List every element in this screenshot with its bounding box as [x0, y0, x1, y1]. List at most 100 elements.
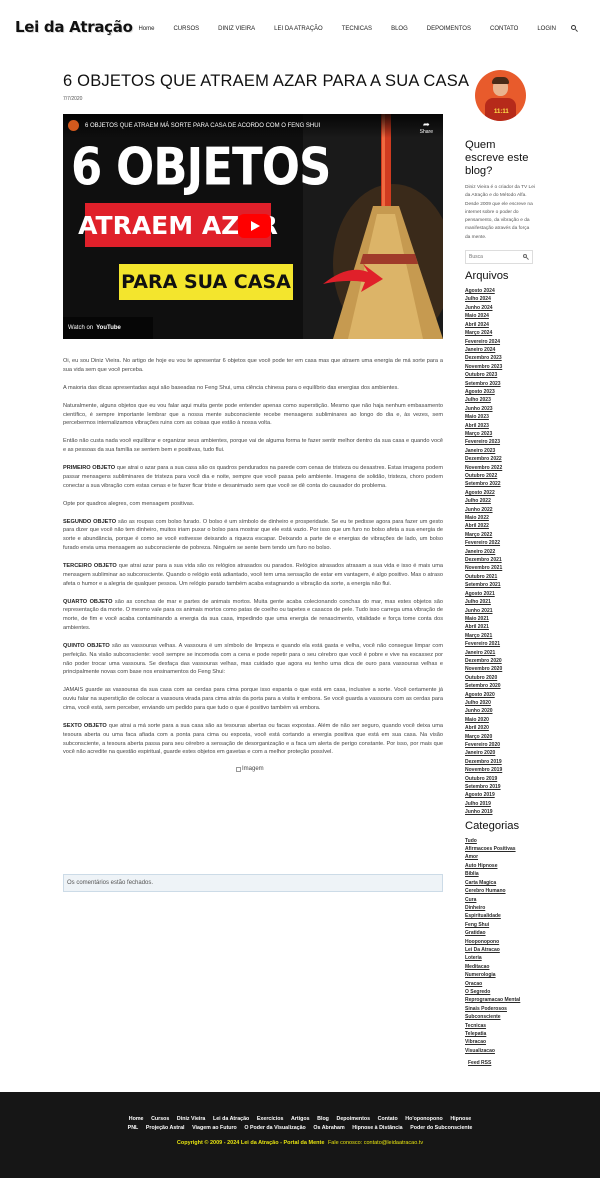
category-link[interactable]: Lei Da Atracao [465, 946, 535, 954]
archive-link[interactable]: Julho 2022 [465, 497, 535, 505]
nav-contato[interactable]: Contato [490, 26, 518, 32]
nav-tecnicas[interactable]: Tecnicas [342, 26, 372, 32]
archive-link[interactable]: Julho 2024 [465, 295, 535, 303]
nav-login[interactable]: Login [537, 26, 556, 32]
category-link[interactable]: Vibracao [465, 1038, 535, 1046]
archive-link[interactable]: Abril 2021 [465, 623, 535, 631]
archive-link[interactable]: Julho 2019 [465, 800, 535, 808]
category-link[interactable]: Oracao [465, 980, 535, 988]
category-link[interactable]: Tecnicas [465, 1022, 535, 1030]
archive-link[interactable]: Fevereiro 2020 [465, 741, 535, 749]
archive-link[interactable]: Agosto 2019 [465, 791, 535, 799]
video-title[interactable]: 6 OBJETOS QUE ATRAEM MÁ SORTE PARA CASA … [85, 123, 320, 129]
footer-link[interactable]: Ho'oponopono [405, 1116, 442, 1122]
channel-avatar[interactable] [68, 120, 79, 131]
archive-link[interactable]: Outubro 2021 [465, 573, 535, 581]
archive-link[interactable]: Maio 2021 [465, 615, 535, 623]
archive-link[interactable]: Setembro 2022 [465, 480, 535, 488]
category-link[interactable]: Gratidao [465, 929, 535, 937]
nav-home[interactable]: Home [138, 26, 154, 32]
archive-link[interactable]: Maio 2020 [465, 716, 535, 724]
footer-link[interactable]: Poder do Subconsciente [410, 1125, 472, 1131]
footer-link[interactable]: Hipnose [450, 1116, 471, 1122]
category-link[interactable]: Feng Shui [465, 921, 535, 929]
nav-diniz-vieira[interactable]: Diniz Vieira [218, 26, 255, 32]
archive-link[interactable]: Janeiro 2024 [465, 346, 535, 354]
archive-link[interactable]: Janeiro 2021 [465, 649, 535, 657]
footer-link[interactable]: Artigos [291, 1116, 310, 1122]
archive-link[interactable]: Março 2020 [465, 733, 535, 741]
footer-link[interactable]: O Poder da Visualização [244, 1125, 305, 1131]
category-link[interactable]: O Segredo [465, 988, 535, 996]
archive-link[interactable]: Janeiro 2020 [465, 749, 535, 757]
archive-link[interactable]: Agosto 2023 [465, 388, 535, 396]
archive-link[interactable]: Maio 2022 [465, 514, 535, 522]
footer-link[interactable]: Exercícios [257, 1116, 284, 1122]
archive-link[interactable]: Outubro 2023 [465, 371, 535, 379]
footer-link[interactable]: Hipnose à Distância [352, 1125, 402, 1131]
footer-link[interactable]: Blog [317, 1116, 329, 1122]
category-link[interactable]: Espiritualidade [465, 912, 535, 920]
footer-link[interactable]: Projeção Astral [146, 1125, 185, 1131]
archive-link[interactable]: Junho 2023 [465, 405, 535, 413]
archive-link[interactable]: Abril 2024 [465, 321, 535, 329]
archive-link[interactable]: Julho 2020 [465, 699, 535, 707]
archive-link[interactable]: Fevereiro 2021 [465, 640, 535, 648]
archive-link[interactable]: Março 2021 [465, 632, 535, 640]
archive-link[interactable]: Março 2024 [465, 329, 535, 337]
archive-link[interactable]: Novembro 2021 [465, 564, 535, 572]
category-link[interactable]: Telepatia [465, 1030, 535, 1038]
archive-link[interactable]: Novembro 2019 [465, 766, 535, 774]
archive-link[interactable]: Maio 2024 [465, 312, 535, 320]
footer-link[interactable]: Diniz Vieira [177, 1116, 205, 1122]
archive-link[interactable]: Junho 2024 [465, 304, 535, 312]
contact-link[interactable]: Fale conosco: contato@leidaatracao.tv [328, 1140, 423, 1146]
archive-link[interactable]: Outubro 2020 [465, 674, 535, 682]
footer-link[interactable]: Os Abraham [313, 1125, 344, 1131]
archive-link[interactable]: Dezembro 2020 [465, 657, 535, 665]
archive-link[interactable]: Setembro 2021 [465, 581, 535, 589]
archive-link[interactable]: Setembro 2020 [465, 682, 535, 690]
search-input[interactable] [469, 254, 519, 261]
category-link[interactable]: Biblia [465, 870, 535, 878]
category-link[interactable]: Sinais Poderosos [465, 1005, 535, 1013]
share-button[interactable]: ➦ Share [420, 121, 433, 136]
archive-link[interactable]: Agosto 2022 [465, 489, 535, 497]
play-button[interactable] [238, 214, 271, 238]
category-link[interactable]: Afirmacoes Positivas [465, 845, 535, 853]
archive-link[interactable]: Abril 2020 [465, 724, 535, 732]
archive-link[interactable]: Agosto 2021 [465, 590, 535, 598]
footer-link[interactable]: PNL [128, 1125, 139, 1131]
archive-link[interactable]: Março 2022 [465, 531, 535, 539]
nav-depoimentos[interactable]: Depoimentos [427, 26, 471, 32]
archive-link[interactable]: Junho 2022 [465, 506, 535, 514]
archive-link[interactable]: Abril 2022 [465, 522, 535, 530]
footer-link[interactable]: Depoimentos [337, 1116, 371, 1122]
category-link[interactable]: Reprogramacao Mental [465, 996, 535, 1004]
archive-link[interactable]: Agosto 2024 [465, 287, 535, 295]
archive-link[interactable]: Setembro 2023 [465, 380, 535, 388]
nav-lei-da-atracao[interactable]: Lei da Atração [274, 26, 323, 32]
category-link[interactable]: Hooponopono [465, 938, 535, 946]
archive-link[interactable]: Novembro 2020 [465, 665, 535, 673]
category-link[interactable]: Tudo [465, 837, 535, 845]
archive-link[interactable]: Dezembro 2019 [465, 758, 535, 766]
archive-link[interactable]: Novembro 2023 [465, 363, 535, 371]
nav-blog[interactable]: Blog [391, 26, 408, 32]
archive-link[interactable]: Março 2023 [465, 430, 535, 438]
nav-cursos[interactable]: Cursos [173, 26, 199, 32]
feed-rss-link[interactable]: Feed RSS [468, 1060, 535, 1066]
archive-link[interactable]: Janeiro 2022 [465, 548, 535, 556]
archive-link[interactable]: Dezembro 2022 [465, 455, 535, 463]
archive-link[interactable]: Julho 2021 [465, 598, 535, 606]
category-link[interactable]: Numerologia [465, 971, 535, 979]
archive-link[interactable]: Junho 2020 [465, 707, 535, 715]
footer-link[interactable]: Cursos [151, 1116, 169, 1122]
archive-link[interactable]: Julho 2023 [465, 396, 535, 404]
footer-link[interactable]: Lei da Atração [213, 1116, 249, 1122]
category-link[interactable]: Visualizacao [465, 1047, 535, 1055]
category-link[interactable]: Meditacao [465, 963, 535, 971]
footer-link[interactable]: Home [129, 1116, 144, 1122]
category-link[interactable]: Carta Magica [465, 879, 535, 887]
archive-link[interactable]: Dezembro 2023 [465, 354, 535, 362]
